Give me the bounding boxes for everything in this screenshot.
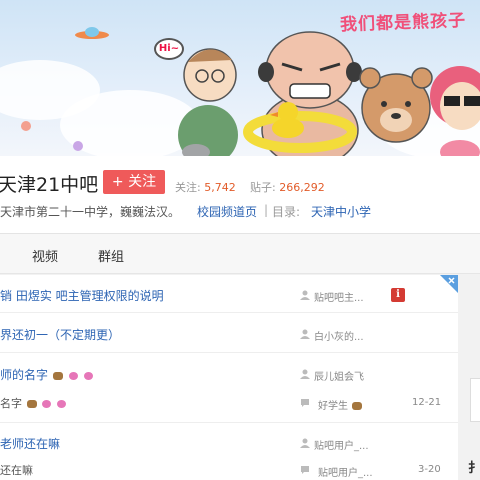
directory-link[interactable]: 天津中小学 xyxy=(311,203,371,220)
user-icon xyxy=(300,369,310,379)
forum-banner: 我们都是熊孩子 Hi~ xyxy=(0,0,480,156)
row-divider xyxy=(0,422,458,423)
thread-preview: 名字 xyxy=(0,395,67,411)
thread-preview-text: 名字 xyxy=(0,397,22,410)
heart-emoji-icon xyxy=(83,371,93,380)
post-count-stat: 贴子: 266,292 xyxy=(250,179,325,195)
tab-group[interactable]: 群组 xyxy=(98,246,124,265)
last-reply-date: 12-21 xyxy=(412,397,442,408)
monkey-emoji-icon xyxy=(52,371,63,380)
forum-slogan: 天津市第二十一中学，巍巍法汉。 xyxy=(0,205,181,219)
last-reply-author[interactable]: 好学生 xyxy=(318,397,363,412)
forum-name[interactable]: 天津21中吧 xyxy=(0,170,98,197)
heart-emoji-icon xyxy=(68,371,78,380)
ufo-icon xyxy=(75,27,109,39)
thread-author[interactable]: 辰儿姐会飞 xyxy=(314,368,364,383)
header-separator: | xyxy=(264,203,269,217)
post-count: 266,292 xyxy=(279,181,325,194)
close-corner-icon[interactable] xyxy=(440,275,458,293)
cartoon-characters-illustration xyxy=(178,31,480,156)
last-reply-author[interactable]: 贴吧用户_... xyxy=(318,464,373,479)
last-reply-author-name: 好学生 xyxy=(318,401,348,412)
user-icon xyxy=(300,290,310,300)
tab-video[interactable]: 视频 xyxy=(32,246,58,265)
thread-title[interactable]: 师的名字 xyxy=(0,366,94,383)
user-icon xyxy=(300,329,310,339)
follow-count-stat: 关注: 5,742 xyxy=(175,179,236,195)
heart-emoji-icon xyxy=(42,400,51,408)
page-root: 我们都是熊孩子 Hi~ 天津21中吧 + 关注 关注: 5,742 贴子: 26… xyxy=(0,0,480,480)
sidebar-card[interactable] xyxy=(470,378,480,422)
thread-title[interactable]: 界还初一（不定期更） xyxy=(0,326,120,343)
last-reply-date: 3-20 xyxy=(418,464,441,475)
follow-count: 5,742 xyxy=(204,181,236,194)
star-icon xyxy=(21,121,31,131)
flower-icon xyxy=(73,141,83,151)
row-divider xyxy=(0,312,458,313)
post-count-label: 贴子: xyxy=(250,181,276,194)
follow-button[interactable]: + 关注 xyxy=(103,170,165,194)
forum-tab-bar xyxy=(0,234,480,274)
monkey-emoji-icon xyxy=(352,402,363,410)
thread-title[interactable]: 老师还在嘛 xyxy=(0,435,60,452)
campus-channel-link[interactable]: 校园频道页 xyxy=(197,203,257,220)
reply-icon xyxy=(301,466,309,474)
thread-title[interactable]: 销 田煜实 吧主管理权限的说明 xyxy=(0,287,164,304)
thread-title-text: 师的名字 xyxy=(0,368,49,382)
thread-author[interactable]: 贴吧用户_... xyxy=(314,437,369,452)
row-divider xyxy=(0,352,458,353)
info-icon[interactable]: i xyxy=(391,288,405,302)
sidebar-heading: 扌 xyxy=(468,461,480,476)
directory-label: 目录: xyxy=(272,205,301,219)
monkey-emoji-icon xyxy=(26,400,37,408)
follow-count-label: 关注: xyxy=(175,181,201,194)
thread-preview: 还在嘛 xyxy=(0,464,33,477)
thread-author[interactable]: 贴吧吧主... xyxy=(314,289,364,304)
thread-author[interactable]: 白小灰的... xyxy=(314,328,364,343)
reply-icon xyxy=(301,399,309,407)
user-icon xyxy=(300,438,310,448)
heart-emoji-icon xyxy=(56,400,66,408)
